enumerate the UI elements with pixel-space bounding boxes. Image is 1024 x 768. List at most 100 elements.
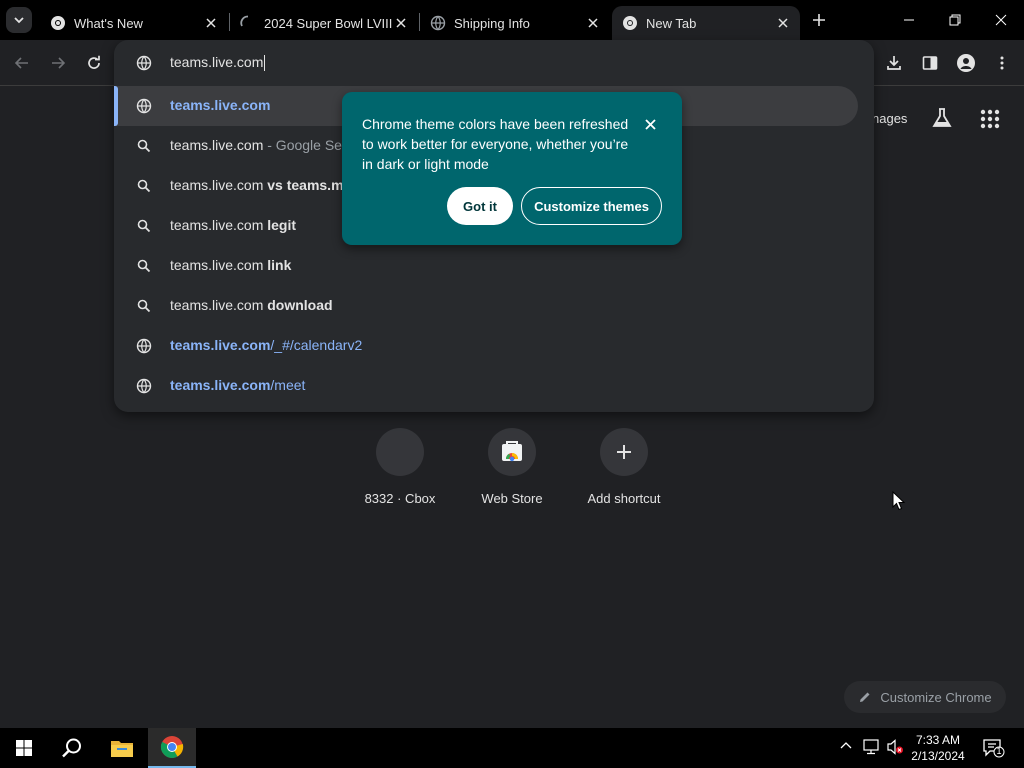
tab-title: What's New — [74, 15, 143, 31]
suggestion-text: teams.live.com vs teams.mi — [170, 177, 348, 193]
shortcut-tile — [376, 428, 424, 476]
windows-icon — [16, 740, 32, 756]
loading-spinner-icon — [240, 15, 256, 31]
customize-themes-button[interactable]: Customize themes — [521, 187, 662, 225]
start-button[interactable] — [0, 728, 48, 768]
omnibox-value: teams.live.com — [170, 54, 264, 70]
close-icon[interactable] — [202, 14, 220, 32]
chrome-icon — [622, 15, 638, 31]
file-explorer-button[interactable] — [98, 728, 146, 768]
clock-time: 7:33 AM — [915, 733, 961, 747]
volume-muted-icon[interactable] — [886, 739, 904, 760]
new-tab-button[interactable] — [808, 9, 830, 31]
tab-shipping-info[interactable]: Shipping Info — [420, 6, 610, 40]
apps-grid-icon — [980, 109, 1000, 129]
tab-strip: What's New 2024 Super Bowl LVIII Shippin… — [0, 0, 1024, 40]
close-window-button[interactable] — [978, 0, 1024, 40]
taskbar-search-button[interactable] — [48, 728, 96, 768]
suggestion-text: teams.live.com legit — [170, 217, 297, 233]
suggestion-text: teams.live.com/meet — [170, 377, 306, 393]
close-icon[interactable] — [774, 14, 792, 32]
network-icon[interactable] — [862, 739, 880, 760]
reload-icon — [88, 55, 100, 69]
chrome-icon — [50, 15, 66, 31]
globe-icon — [430, 15, 446, 31]
plus-icon — [617, 445, 631, 459]
side-panel-button[interactable] — [917, 50, 943, 76]
clock-date: 2/13/2024 — [911, 749, 965, 763]
tab-new-tab[interactable]: New Tab — [612, 6, 800, 40]
plus-icon — [813, 14, 825, 26]
more-vert-icon — [1000, 56, 1004, 70]
mouse-cursor-icon — [892, 490, 906, 516]
tab-whats-new[interactable]: What's New — [40, 6, 228, 40]
shortcut-tile — [488, 428, 536, 476]
globe-icon — [136, 378, 152, 394]
shortcut-web-store[interactable]: Web Store — [456, 428, 568, 512]
images-link[interactable]: nages — [872, 111, 907, 126]
text-caret — [264, 55, 266, 72]
shortcut-label: 8332 · Cbox — [364, 491, 436, 506]
suggestion-item[interactable]: teams.live.com download — [114, 286, 874, 326]
back-button[interactable] — [9, 50, 35, 76]
search-icon — [62, 738, 81, 758]
got-it-button[interactable]: Got it — [447, 187, 513, 225]
suggestion-text: teams.live.com download — [170, 297, 333, 313]
close-icon[interactable] — [392, 14, 410, 32]
theme-refresh-bubble: Chrome theme colors have been refreshed … — [342, 92, 682, 245]
restore-icon — [949, 14, 961, 26]
close-icon[interactable] — [584, 14, 602, 32]
tab-search-button[interactable] — [6, 7, 32, 33]
reload-button[interactable] — [81, 50, 107, 76]
add-shortcut-button[interactable]: Add shortcut — [568, 428, 680, 512]
close-icon — [644, 118, 656, 130]
omnibox-input-row[interactable]: teams.live.com — [114, 40, 874, 86]
restore-button[interactable] — [932, 0, 978, 40]
search-icon — [136, 258, 152, 274]
forward-arrow-icon — [52, 57, 66, 69]
download-icon — [887, 56, 901, 70]
folder-icon — [111, 741, 133, 757]
suggestion-item[interactable]: teams.live.com/meet — [114, 366, 874, 406]
chrome-icon — [161, 736, 184, 758]
system-clock[interactable]: 7:33 AM 2/13/2024 — [904, 732, 972, 764]
chevron-down-icon — [14, 17, 24, 24]
downloads-button[interactable] — [881, 50, 907, 76]
search-icon — [136, 298, 152, 314]
suggestion-item[interactable]: teams.live.com/_#/calendarv2 — [114, 326, 874, 366]
customize-chrome-label: Customize Chrome — [880, 689, 992, 705]
google-apps-button[interactable] — [979, 108, 1001, 135]
profile-button[interactable] — [953, 50, 979, 76]
tab-super-bowl[interactable]: 2024 Super Bowl LVIII — [230, 6, 418, 40]
bubble-message: Chrome theme colors have been refreshed … — [362, 116, 629, 172]
shortcut-label: Web Store — [481, 491, 543, 506]
labs-button[interactable] — [930, 106, 954, 135]
side-panel-icon — [922, 56, 938, 70]
suggestion-item[interactable]: teams.live.com link — [114, 246, 874, 286]
close-icon — [995, 14, 1007, 26]
search-icon — [136, 138, 152, 154]
customize-chrome-button[interactable]: Customize Chrome — [844, 681, 1006, 713]
minimize-button[interactable] — [886, 0, 932, 40]
search-icon — [136, 178, 152, 194]
notification-center-button[interactable]: 1 — [982, 738, 1006, 763]
omnibox-input[interactable]: teams.live.com — [170, 54, 266, 72]
flask-icon — [932, 108, 952, 127]
shortcut-label: Add shortcut — [587, 491, 661, 506]
suggestion-text: teams.live.com — [170, 97, 271, 113]
forward-button[interactable] — [45, 50, 71, 76]
web-store-icon — [502, 441, 522, 462]
menu-button[interactable] — [989, 50, 1015, 76]
shortcut-tile — [600, 428, 648, 476]
suggestion-text: teams.live.com link — [170, 257, 292, 273]
search-icon — [136, 218, 152, 234]
tab-title: New Tab — [646, 15, 697, 31]
bubble-close-button[interactable] — [640, 114, 660, 134]
shortcut-cbox[interactable]: 8332 · Cbox — [344, 428, 456, 512]
notification-count: 1 — [996, 746, 1002, 756]
tab-title: Shipping Info — [454, 15, 530, 31]
globe-icon — [136, 338, 152, 354]
chrome-taskbar-button[interactable] — [148, 728, 196, 768]
taskbar: 7:33 AM 2/13/2024 1 — [0, 728, 1024, 768]
chevron-up-icon[interactable] — [839, 739, 853, 758]
